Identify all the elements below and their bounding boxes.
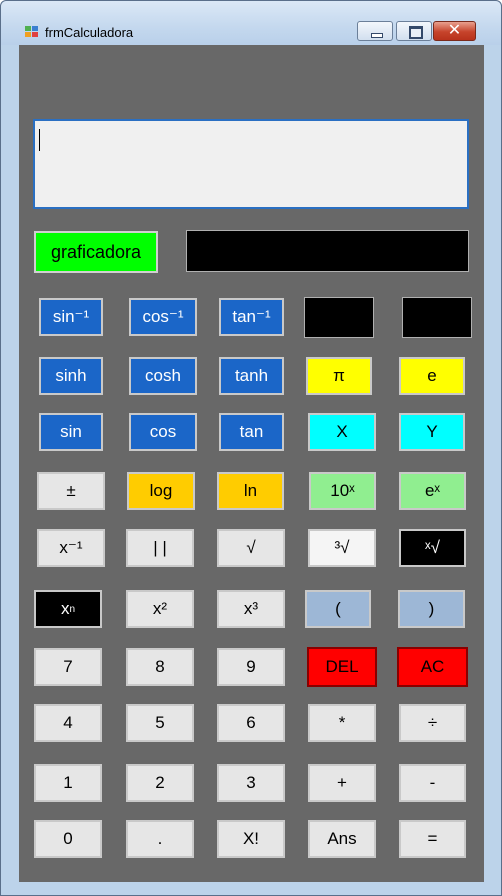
equals-button[interactable]: = — [399, 820, 466, 858]
x-variable-button[interactable]: X — [308, 413, 376, 451]
calculator-window: frmCalculadora ✕ graficadora sin⁻¹ cos⁻¹… — [0, 0, 502, 896]
absolute-value-button[interactable]: | | — [126, 529, 194, 567]
digit-7-button[interactable]: 7 — [34, 648, 102, 686]
digit-3-button[interactable]: 3 — [217, 764, 285, 802]
divide-button[interactable]: ÷ — [399, 704, 466, 742]
digit-6-button[interactable]: 6 — [217, 704, 285, 742]
answer-button[interactable]: Ans — [308, 820, 376, 858]
tanh-button[interactable]: tanh — [219, 357, 284, 395]
form-body: graficadora sin⁻¹ cos⁻¹ tan⁻¹ sinh cosh … — [19, 45, 484, 882]
plus-minus-button[interactable]: ± — [37, 472, 105, 510]
text-caret — [39, 129, 40, 151]
maximize-icon — [409, 26, 423, 39]
factorial-button[interactable]: X! — [217, 820, 285, 858]
maximize-button[interactable] — [396, 21, 432, 41]
digit-5-button[interactable]: 5 — [126, 704, 194, 742]
cosh-button[interactable]: cosh — [129, 357, 197, 395]
power-of-ten-button[interactable]: 10ˣ — [309, 472, 376, 510]
multiply-button[interactable]: * — [308, 704, 376, 742]
digit-1-button[interactable]: 1 — [34, 764, 102, 802]
x-power-n-exponent: n — [69, 603, 76, 615]
minimize-button[interactable] — [357, 21, 393, 41]
log-button[interactable]: log — [127, 472, 195, 510]
sin-button[interactable]: sin — [39, 413, 103, 451]
open-paren-button[interactable]: ( — [305, 590, 371, 628]
inverse-button[interactable]: x⁻¹ — [37, 529, 105, 567]
x-power-n-base: x — [60, 599, 70, 618]
acos-button[interactable]: cos⁻¹ — [129, 298, 197, 336]
subtract-button[interactable]: - — [399, 764, 466, 802]
pi-button[interactable]: π — [306, 357, 372, 395]
graph-button[interactable]: graficadora — [34, 231, 158, 273]
close-paren-button[interactable]: ) — [398, 590, 465, 628]
square-root-button[interactable]: √ — [217, 529, 285, 567]
atan-button[interactable]: tan⁻¹ — [219, 298, 284, 336]
e-constant-button[interactable]: e — [399, 357, 465, 395]
result-panel — [186, 230, 469, 272]
tan-button[interactable]: tan — [219, 413, 284, 451]
expression-display[interactable] — [33, 119, 469, 209]
square-button[interactable]: x² — [126, 590, 194, 628]
black-panel-left — [304, 297, 374, 338]
cos-button[interactable]: cos — [129, 413, 197, 451]
close-button[interactable]: ✕ — [433, 20, 476, 41]
title-bar[interactable]: frmCalculadora ✕ — [1, 1, 501, 45]
asin-button[interactable]: sin⁻¹ — [39, 298, 103, 336]
all-clear-button[interactable]: AC — [397, 647, 468, 687]
app-icon — [25, 26, 39, 38]
digit-2-button[interactable]: 2 — [126, 764, 194, 802]
x-power-n-button[interactable]: xn — [34, 590, 102, 628]
cube-root-button[interactable]: ³√ — [308, 529, 376, 567]
nth-root-button[interactable]: ˣ√ — [399, 529, 466, 567]
digit-9-button[interactable]: 9 — [217, 648, 285, 686]
add-button[interactable]: + — [308, 764, 376, 802]
digit-0-button[interactable]: 0 — [34, 820, 102, 858]
minimize-icon — [371, 33, 383, 38]
sinh-button[interactable]: sinh — [39, 357, 103, 395]
delete-button[interactable]: DEL — [307, 647, 377, 687]
y-variable-button[interactable]: Y — [399, 413, 465, 451]
exp-button[interactable]: eˣ — [399, 472, 466, 510]
close-icon: ✕ — [447, 20, 462, 39]
digit-4-button[interactable]: 4 — [34, 704, 102, 742]
cube-button[interactable]: x³ — [217, 590, 285, 628]
digit-8-button[interactable]: 8 — [126, 648, 194, 686]
ln-button[interactable]: ln — [217, 472, 284, 510]
window-title: frmCalculadora — [45, 25, 134, 40]
decimal-point-button[interactable]: . — [126, 820, 194, 858]
black-panel-right — [402, 297, 472, 338]
